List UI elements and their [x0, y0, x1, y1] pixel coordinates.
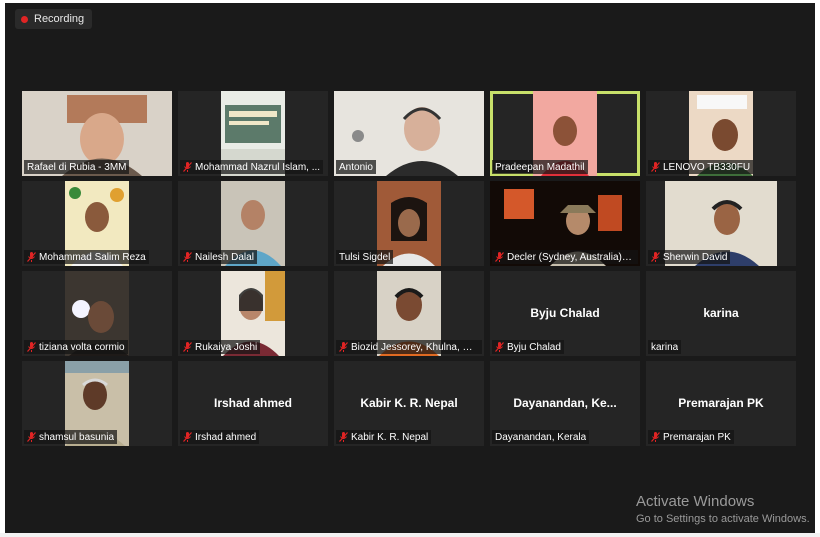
participant-tile[interactable]: Rukaiya Joshi [178, 271, 328, 356]
mic-muted-icon [339, 432, 348, 442]
mic-muted-icon [183, 162, 192, 172]
participant-name-label: Sherwin David [648, 250, 731, 264]
mic-muted-icon [495, 342, 504, 352]
mic-muted-icon [183, 432, 192, 442]
participant-tile[interactable]: Mohammad Nazrul Islam, ... [178, 91, 328, 176]
participant-name-label: Mohammad Salim Reza [24, 250, 149, 264]
recording-indicator[interactable]: Recording [15, 9, 93, 29]
participant-name-label: Rafael di Rubia - 3MM [24, 160, 130, 174]
participant-tile[interactable]: Rafael di Rubia - 3MM [22, 91, 172, 176]
mic-muted-icon [27, 432, 36, 442]
participant-name-label: Nailesh Dalal [180, 250, 257, 264]
mic-muted-icon [27, 252, 36, 262]
participant-tile[interactable]: shamsul basunia [22, 361, 172, 446]
mic-muted-icon [183, 342, 192, 352]
participant-tile-active-speaker[interactable]: Pradeepan Madathil [490, 91, 640, 176]
participant-display-name: Irshad ahmed [213, 396, 293, 410]
participant-tile[interactable]: Byju Chalad Byju Chalad [490, 271, 640, 356]
taskbar-strip [0, 533, 820, 537]
participant-name-label: Mohammad Nazrul Islam, ... [180, 160, 324, 174]
participant-name-label: Rukaiya Joshi [180, 340, 261, 354]
participant-tile[interactable]: Sherwin David [646, 181, 796, 266]
participant-name-label: Dayanandan, Kerala [492, 430, 590, 444]
recording-label: Recording [34, 13, 85, 25]
participant-name-label: Antonio [336, 160, 376, 174]
participant-name-label: Premarajan PK [648, 430, 734, 444]
participant-name-label: Pradeepan Madathil [492, 160, 588, 174]
participant-name-label: Kabir K. R. Nepal [336, 430, 432, 444]
participant-display-name: Kabir K. R. Nepal [360, 396, 458, 410]
activate-windows-subtitle: Go to Settings to activate Windows. [636, 513, 810, 525]
participant-display-name: karina [703, 306, 739, 320]
participant-name-label: Decler (Sydney, Australia)_... [492, 250, 638, 264]
participant-display-name: Dayanandan, Ke... [513, 396, 617, 410]
participant-tile[interactable]: Nailesh Dalal [178, 181, 328, 266]
mic-muted-icon [651, 162, 660, 172]
participant-name-label: Biozid Jessorey, Khulna, Ba... [336, 340, 482, 354]
participant-tile[interactable]: Premarajan PK Premarajan PK [646, 361, 796, 446]
zoom-meeting-window: Recording Rafael di Rubia - 3MM Mohammad… [5, 3, 815, 533]
participant-tile[interactable]: Biozid Jessorey, Khulna, Ba... [334, 271, 484, 356]
recording-dot-icon [21, 15, 28, 23]
participant-name-label: Irshad ahmed [180, 430, 260, 444]
gallery-view-grid: Rafael di Rubia - 3MM Mohammad Nazrul Is… [22, 91, 802, 446]
participant-display-name: Premarajan PK [678, 396, 764, 410]
participant-name-label: Tulsi Sigdel [336, 250, 394, 264]
participant-tile[interactable]: LENOVO TB330FU [646, 91, 796, 176]
participant-name-label: Byju Chalad [492, 340, 564, 354]
mic-muted-icon [651, 432, 660, 442]
mic-muted-icon [651, 252, 660, 262]
activate-windows-title: Activate Windows [636, 493, 755, 510]
mic-muted-icon [339, 342, 348, 352]
participant-tile[interactable]: Kabir K. R. Nepal Kabir K. R. Nepal [334, 361, 484, 446]
participant-name-label: tiziana volta cormio [24, 340, 128, 354]
participant-tile[interactable]: Irshad ahmed Irshad ahmed [178, 361, 328, 446]
participant-tile[interactable]: Tulsi Sigdel [334, 181, 484, 266]
participant-name-label: karina [648, 340, 682, 354]
participant-name-label: shamsul basunia [24, 430, 118, 444]
participant-tile[interactable]: tiziana volta cormio [22, 271, 172, 356]
participant-tile[interactable]: Mohammad Salim Reza [22, 181, 172, 266]
mic-muted-icon [495, 252, 504, 262]
participant-display-name: Byju Chalad [530, 306, 600, 320]
participant-name-label: LENOVO TB330FU [648, 160, 754, 174]
mic-muted-icon [183, 252, 192, 262]
mic-muted-icon [27, 342, 36, 352]
participant-tile[interactable]: Antonio [334, 91, 484, 176]
participant-tile[interactable]: Dayanandan, Ke... Dayanandan, Kerala [490, 361, 640, 446]
participant-tile[interactable]: karina karina [646, 271, 796, 356]
participant-tile[interactable]: Decler (Sydney, Australia)_... [490, 181, 640, 266]
